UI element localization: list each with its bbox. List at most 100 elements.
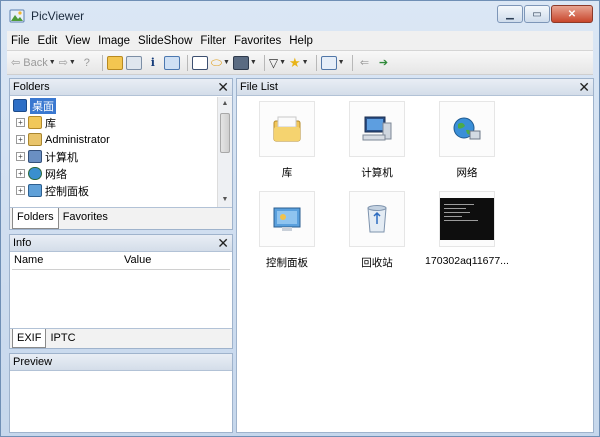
help-icon: ? xyxy=(83,56,90,69)
copy-to-button[interactable]: ⇐ xyxy=(357,54,373,72)
info-icon: i xyxy=(150,56,155,69)
column-header-name[interactable]: Name xyxy=(12,254,122,269)
title-bar[interactable]: PicViewer ▁ ▭ ✕ xyxy=(1,1,599,31)
computer-icon xyxy=(28,150,42,163)
file-label: 控制面板 xyxy=(266,257,308,269)
scrollbar-thumb[interactable] xyxy=(220,113,230,153)
shapes-icon: ⬭ xyxy=(210,54,222,70)
user-folder-icon xyxy=(28,133,42,146)
tab-folders[interactable]: Folders xyxy=(12,208,59,229)
tree-item-computer[interactable]: + 计算机 xyxy=(10,148,218,165)
filter-icon: ▽ xyxy=(268,55,279,70)
folder-tree: 桌面 + 库 + Administrator + 计算机 + 网络 + 控制面板 xyxy=(10,97,218,207)
file-item-network[interactable]: 网络 xyxy=(417,101,517,180)
view-mode-button[interactable]: ▼ xyxy=(320,54,345,72)
expand-icon[interactable]: + xyxy=(16,135,25,144)
file-item-library[interactable]: 库 xyxy=(237,101,337,180)
scroll-down-icon[interactable]: ▼ xyxy=(218,193,232,207)
forward-arrow-icon: ⇨ xyxy=(58,57,68,69)
menu-slideshow[interactable]: SlideShow xyxy=(134,35,196,47)
favorites-button[interactable]: ★ ▼ xyxy=(289,54,309,72)
menu-bar: File Edit View Image SlideShow Filter Fa… xyxy=(7,31,593,51)
file-item-computer[interactable]: 计算机 xyxy=(327,101,427,180)
file-label: 170302aq11677... xyxy=(425,255,509,267)
menu-help[interactable]: Help xyxy=(285,35,317,47)
tree-item-desktop[interactable]: 桌面 xyxy=(10,97,218,114)
file-label: 计算机 xyxy=(361,167,393,179)
expand-icon[interactable]: + xyxy=(16,118,25,127)
shapes-button[interactable]: ⬭ ▼ xyxy=(211,54,230,72)
folders-panel: Folders ✕ 桌面 + 库 + Administrator + 计算机 +… xyxy=(9,78,233,230)
info-columns: Name Value xyxy=(12,254,230,270)
menu-edit[interactable]: Edit xyxy=(34,35,62,47)
folder-tree-icon xyxy=(106,55,123,70)
tree-item-label: 库 xyxy=(45,117,56,130)
slideshow-button[interactable]: ▼ xyxy=(232,54,257,72)
column-header-value[interactable]: Value xyxy=(122,254,151,269)
window-title: PicViewer xyxy=(31,9,85,23)
menu-file[interactable]: File xyxy=(7,35,34,47)
file-item-image[interactable]: 170302aq11677... xyxy=(417,191,517,267)
chevron-down-icon: ▼ xyxy=(337,59,345,66)
maximize-button[interactable]: ▭ xyxy=(524,5,550,23)
close-icon[interactable]: ✕ xyxy=(217,235,229,251)
file-list-header: File List ✕ xyxy=(237,79,593,96)
properties-button[interactable] xyxy=(191,54,208,72)
view-mode-icon xyxy=(320,55,337,70)
preview-header: Preview xyxy=(10,354,232,371)
tab-favorites[interactable]: Favorites xyxy=(59,208,112,229)
desktop-icon xyxy=(13,99,27,112)
menu-filter[interactable]: Filter xyxy=(196,35,230,47)
minimize-button[interactable]: ▁ xyxy=(497,5,523,23)
toolbar-separator xyxy=(186,54,188,71)
thumbnail xyxy=(349,191,405,247)
thumbnail xyxy=(439,101,495,157)
tab-exif[interactable]: EXIF xyxy=(12,329,47,348)
menu-favorites[interactable]: Favorites xyxy=(230,35,285,47)
tab-iptc[interactable]: IPTC xyxy=(46,329,79,348)
folder-tree-button[interactable] xyxy=(106,54,123,72)
app-icon xyxy=(9,9,25,23)
control-panel-icon xyxy=(273,207,301,231)
close-button[interactable]: ✕ xyxy=(551,5,593,23)
recycle-bin-icon xyxy=(367,205,387,233)
file-item-control-panel[interactable]: 控制面板 xyxy=(237,191,337,270)
library-icon xyxy=(273,116,301,142)
help-button[interactable]: ? xyxy=(79,54,95,72)
star-icon: ★ xyxy=(289,54,301,70)
file-item-recycle-bin[interactable]: 回收站 xyxy=(327,191,427,270)
menu-view[interactable]: View xyxy=(61,35,94,47)
expand-icon[interactable]: + xyxy=(16,186,25,195)
file-label: 网络 xyxy=(456,167,478,179)
thumbnail xyxy=(259,101,315,157)
filter-button[interactable]: ▽ ▼ xyxy=(269,54,286,72)
tree-item-network[interactable]: + 网络 xyxy=(10,165,218,182)
expand-icon[interactable]: + xyxy=(16,169,25,178)
control-panel-icon xyxy=(28,184,42,197)
close-icon[interactable]: ✕ xyxy=(578,79,590,95)
copy-arrow-icon: ⇐ xyxy=(359,57,370,69)
thumbnail xyxy=(349,101,405,157)
toolbar-separator xyxy=(315,54,317,71)
toolbar-separator xyxy=(101,54,103,71)
tree-item-control-panel[interactable]: + 控制面板 xyxy=(10,182,218,199)
preview-button[interactable] xyxy=(163,54,180,72)
file-list-title: File List xyxy=(240,81,278,93)
back-label: Back xyxy=(23,56,48,69)
tree-item-label: 网络 xyxy=(45,168,67,181)
folders-tabs: Folders Favorites xyxy=(10,207,232,229)
scroll-up-icon[interactable]: ▲ xyxy=(218,97,232,111)
preview-panel: Preview xyxy=(9,353,233,433)
menu-image[interactable]: Image xyxy=(94,35,134,47)
tree-item-library[interactable]: + 库 xyxy=(10,114,218,131)
list-view-button[interactable] xyxy=(125,54,142,72)
back-button[interactable]: ⇦ Back ▼ xyxy=(11,54,56,72)
tree-item-administrator[interactable]: + Administrator xyxy=(10,131,218,148)
tree-item-label: Administrator xyxy=(45,133,110,146)
move-to-button[interactable]: ➔ xyxy=(376,54,392,72)
forward-button[interactable]: ⇨ ▼ xyxy=(59,54,76,72)
info-button[interactable]: i xyxy=(145,54,161,72)
close-icon[interactable]: ✕ xyxy=(217,79,229,95)
folders-scrollbar[interactable]: ▲ ▼ xyxy=(217,97,232,207)
expand-icon[interactable]: + xyxy=(16,152,25,161)
